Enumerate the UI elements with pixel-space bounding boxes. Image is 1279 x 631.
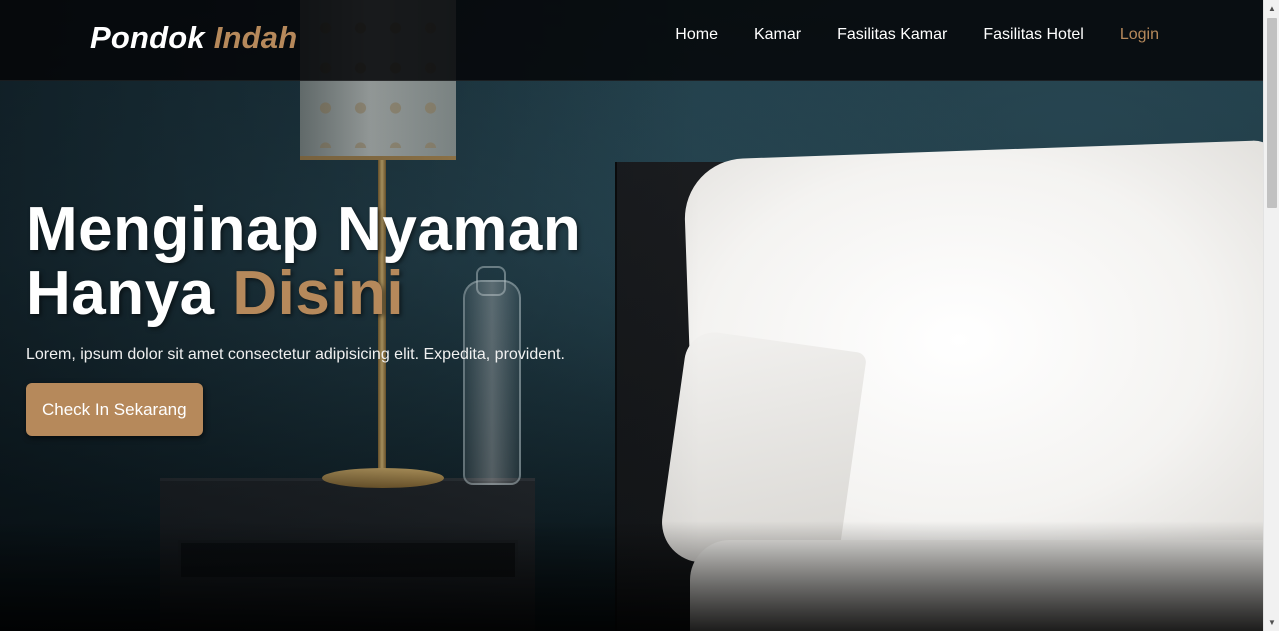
nav-links: Home Kamar Fasilitas Kamar Fasilitas Hot… <box>639 25 1159 45</box>
hero-subtitle: Lorem, ipsum dolor sit amet consectetur … <box>26 346 565 363</box>
brand-logo[interactable]: Pondok Indah <box>90 20 297 56</box>
hero-title-accent: Disini <box>232 259 405 328</box>
scrollbar-thumb[interactable] <box>1267 18 1277 208</box>
hero-section: Menginap Nyaman Hanya Disini Lorem, ipsu… <box>26 198 581 436</box>
brand-accent: Indah <box>213 20 298 55</box>
brand-main: Pondok <box>90 20 205 55</box>
nav-link-fasilitas-kamar[interactable]: Fasilitas Kamar <box>837 25 947 45</box>
hero-title-line1: Menginap Nyaman <box>26 195 582 264</box>
vertical-scrollbar[interactable]: ▲ ▼ <box>1263 0 1279 631</box>
triangle-up-icon[interactable]: ▲ <box>1264 0 1279 17</box>
nav-link-fasilitas-hotel[interactable]: Fasilitas Hotel <box>983 25 1083 45</box>
nav-link-login[interactable]: Login <box>1120 25 1159 45</box>
hero-title-line2-main: Hanya <box>26 259 215 328</box>
check-in-button[interactable]: Check In Sekarang <box>26 383 203 436</box>
page: Pondok Indah Home Kamar Fasilitas Kamar … <box>0 0 1263 631</box>
navbar: Pondok Indah Home Kamar Fasilitas Kamar … <box>0 0 1263 81</box>
nav-link-kamar[interactable]: Kamar <box>754 25 801 45</box>
triangle-down-icon[interactable]: ▼ <box>1264 614 1279 631</box>
hero-title: Menginap Nyaman Hanya Disini <box>26 198 581 326</box>
bottom-fade <box>0 521 1263 631</box>
nav-link-home[interactable]: Home <box>675 25 718 45</box>
